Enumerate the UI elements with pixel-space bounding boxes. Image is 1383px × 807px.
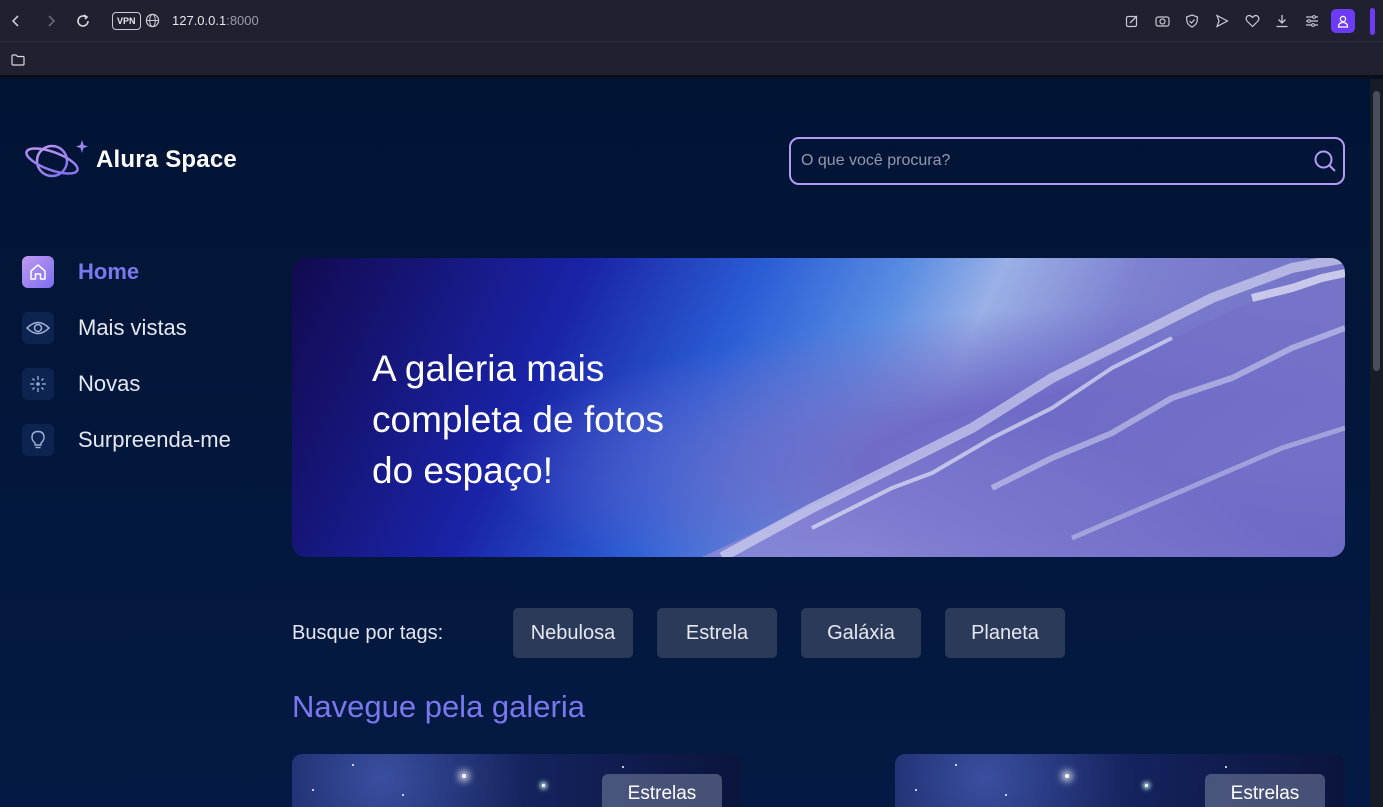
- gallery-title: Navegue pela galeria: [292, 689, 585, 724]
- logo[interactable]: Alura Space: [24, 137, 237, 183]
- tag-nebulosa[interactable]: Nebulosa: [513, 608, 633, 658]
- heart-icon[interactable]: [1241, 10, 1263, 32]
- chevron-left-icon: [11, 15, 19, 27]
- sparkle-icon: [22, 368, 54, 400]
- gallery-card[interactable]: Estrelas: [895, 754, 1345, 807]
- url-host: 127.0.0.1: [172, 13, 227, 28]
- shield-icon[interactable]: [1181, 10, 1203, 32]
- sidebar-item-surpreenda-me[interactable]: Surpreenda-me: [22, 424, 231, 456]
- user-icon: [1337, 15, 1349, 28]
- send-icon[interactable]: [1211, 10, 1233, 32]
- url-port: :8000: [226, 13, 259, 28]
- search-input[interactable]: [801, 139, 1301, 183]
- tag-galaxia[interactable]: Galáxia: [801, 608, 921, 658]
- vpn-badge[interactable]: VPN: [112, 12, 141, 30]
- eye-icon: [22, 312, 54, 344]
- camera-icon[interactable]: [1151, 10, 1173, 32]
- browser-toolbar: VPN 127.0.0.1:8000: [0, 0, 1383, 42]
- sidebar-item-home[interactable]: Home: [22, 256, 231, 288]
- planet-logo-icon: [25, 140, 88, 178]
- tags-label: Busque por tags:: [292, 621, 444, 644]
- settings-sliders-icon[interactable]: [1301, 10, 1323, 32]
- download-icon[interactable]: [1271, 10, 1293, 32]
- scrollbar-thumb[interactable]: [1373, 91, 1380, 371]
- tag-planeta[interactable]: Planeta: [945, 608, 1065, 658]
- back-button[interactable]: [6, 11, 26, 31]
- search-icon[interactable]: [1313, 149, 1337, 178]
- scrollbar[interactable]: [1370, 79, 1383, 807]
- logo-text: Alura Space: [96, 146, 237, 173]
- globe-icon: [145, 13, 160, 33]
- bookmarks-bar: [0, 42, 1383, 78]
- card-tag: Estrelas: [1205, 774, 1325, 807]
- sidebar-item-novas[interactable]: Novas: [22, 368, 231, 400]
- folder-icon[interactable]: [11, 53, 25, 71]
- sidebar-item-label: Surpreenda-me: [78, 427, 231, 452]
- tag-estrela[interactable]: Estrela: [657, 608, 777, 658]
- tag-filter: Busque por tags: Nebulosa Estrela Galáxi…: [292, 608, 1089, 658]
- gallery-card[interactable]: Estrelas: [292, 754, 742, 807]
- forward-button[interactable]: [41, 11, 61, 31]
- sidebar-item-label: Home: [78, 259, 140, 284]
- card-tag: Estrelas: [602, 774, 722, 807]
- sidebar-toggle[interactable]: [1370, 8, 1375, 35]
- page-content: Alura Space Home Mais vistas Novas: [0, 79, 1370, 807]
- profile-button[interactable]: [1331, 9, 1355, 33]
- hero-banner: A galeria mais completa de fotos do espa…: [292, 258, 1345, 557]
- chevron-right-icon: [48, 15, 56, 27]
- sidebar-item-label: Novas: [78, 371, 141, 396]
- sidebar-item-label: Mais vistas: [78, 315, 187, 340]
- sidebar-menu: Home Mais vistas Novas Surpreenda-me: [22, 256, 231, 480]
- search-box[interactable]: [789, 137, 1345, 185]
- reload-icon: [77, 14, 89, 27]
- banner-headline: A galeria mais completa de fotos do espa…: [372, 348, 665, 491]
- sidebar-item-mais-vistas[interactable]: Mais vistas: [22, 312, 231, 344]
- edit-icon[interactable]: [1121, 10, 1143, 32]
- reload-button[interactable]: [73, 11, 93, 31]
- lightbulb-icon: [22, 424, 54, 456]
- address-bar[interactable]: 127.0.0.1:8000: [172, 13, 259, 28]
- home-icon: [22, 256, 54, 288]
